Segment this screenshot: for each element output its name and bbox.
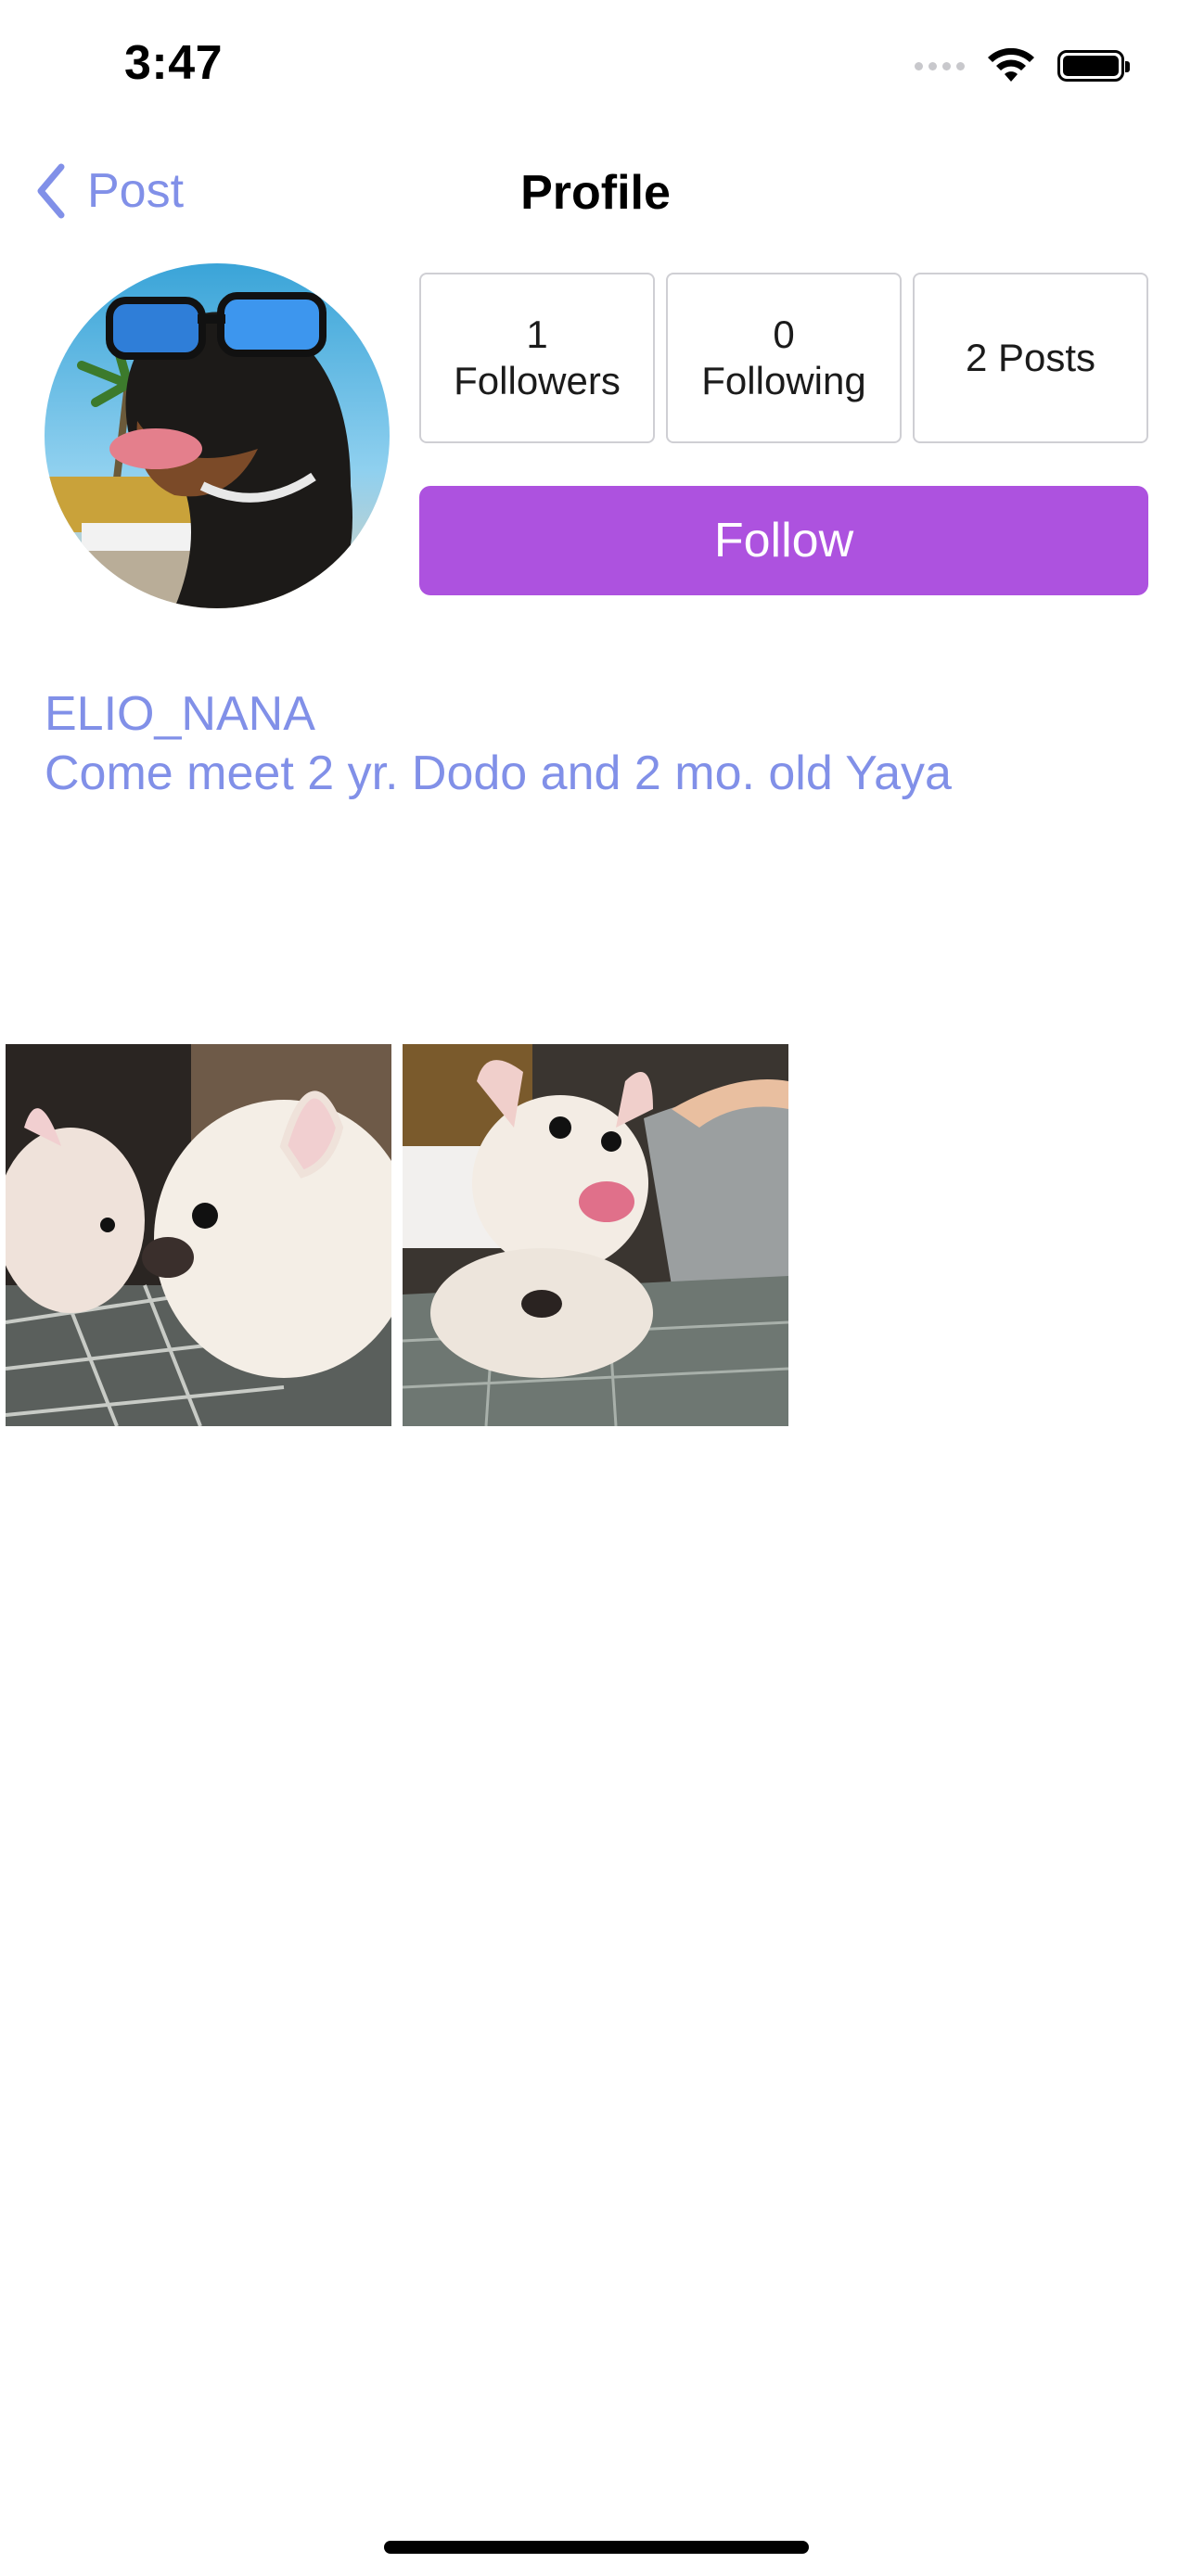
status-time: 3:47: [124, 36, 224, 90]
page-title: Profile: [520, 166, 671, 220]
following-count: 0: [773, 312, 795, 356]
follow-button[interactable]: Follow: [419, 486, 1148, 595]
cellular-signal-icon: [915, 61, 965, 70]
post-thumbnail[interactable]: [6, 1044, 391, 1426]
post-image: [403, 1044, 788, 1426]
posts-stat[interactable]: 2 Posts: [913, 273, 1148, 443]
avatar-image: [45, 263, 390, 608]
followers-stat[interactable]: 1 Followers: [419, 273, 655, 443]
post-thumbnail[interactable]: [403, 1044, 788, 1426]
status-icons: [915, 48, 1130, 83]
followers-count: 1: [526, 312, 548, 356]
followers-label: Followers: [454, 359, 621, 402]
bio: Come meet 2 yr. Dodo and 2 mo. old Yaya: [45, 746, 952, 800]
avatar: [45, 263, 390, 608]
username: ELIO_NANA: [45, 687, 315, 741]
wifi-icon: [988, 48, 1034, 82]
following-stat[interactable]: 0 Following: [666, 273, 902, 443]
home-indicator[interactable]: [384, 2541, 809, 2554]
following-label: Following: [701, 359, 866, 402]
posts-label: 2 Posts: [965, 336, 1096, 379]
post-image: [6, 1044, 391, 1426]
battery-icon: [1057, 50, 1130, 82]
